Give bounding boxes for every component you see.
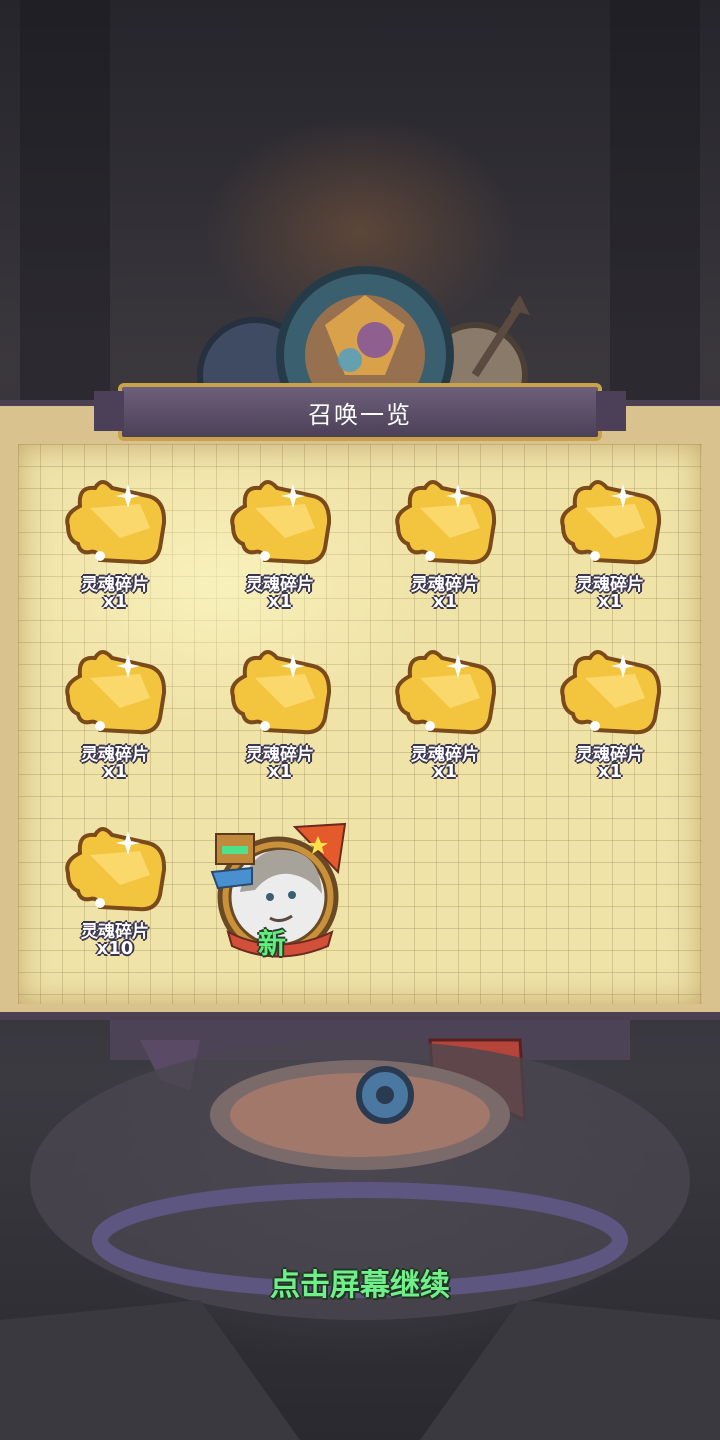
item-quantity: x1: [432, 591, 458, 612]
item-quantity: x1: [597, 591, 623, 612]
soul-fragment-item[interactable]: 灵魂碎片 x1: [390, 648, 500, 798]
title-banner: 召唤一览: [94, 383, 626, 441]
soul-fragment-item[interactable]: 灵魂碎片 x1: [390, 478, 500, 628]
panel-title: 召唤一览: [308, 400, 412, 429]
item-quantity: x10: [96, 938, 134, 959]
soul-fragment-icon: [65, 827, 167, 912]
soul-fragment-item[interactable]: 灵魂碎片 x1: [225, 478, 335, 628]
banner-wing-left: [94, 391, 124, 431]
soul-fragment-icon: [230, 650, 332, 735]
soul-fragment-icon: [560, 480, 662, 565]
item-quantity: x1: [102, 591, 128, 612]
banner-wing-right: [596, 391, 626, 431]
item-quantity: x1: [102, 761, 128, 782]
soul-fragment-icon: [560, 650, 662, 735]
soul-fragment-icon: [230, 480, 332, 565]
soul-fragment-icon: [65, 650, 167, 735]
soul-fragment-item[interactable]: 灵魂碎片 x1: [555, 478, 665, 628]
background-pillar-right: [610, 0, 700, 420]
background-pillar-left: [20, 0, 110, 420]
soul-fragment-item[interactable]: 灵魂碎片 x10: [60, 825, 170, 975]
tap-to-continue-hint[interactable]: 点击屏幕继续: [0, 1260, 720, 1304]
item-quantity: x1: [267, 761, 293, 782]
item-quantity: x1: [597, 761, 623, 782]
new-badge: 新: [258, 927, 287, 960]
hero-card[interactable]: 新: [210, 822, 350, 967]
soul-fragment-icon: [395, 480, 497, 565]
soul-fragment-item[interactable]: 灵魂碎片 x1: [555, 648, 665, 798]
soul-fragment-icon: [395, 650, 497, 735]
item-quantity: x1: [267, 591, 293, 612]
small-gear-icon: [356, 1066, 414, 1124]
soul-fragment-item[interactable]: 灵魂碎片 x1: [225, 648, 335, 798]
soul-fragment-item[interactable]: 灵魂碎片 x1: [60, 478, 170, 628]
soul-fragment-item[interactable]: 灵魂碎片 x1: [60, 648, 170, 798]
item-quantity: x1: [432, 761, 458, 782]
summon-machine-base: [0, 1020, 720, 1440]
soul-fragment-icon: [65, 480, 167, 565]
